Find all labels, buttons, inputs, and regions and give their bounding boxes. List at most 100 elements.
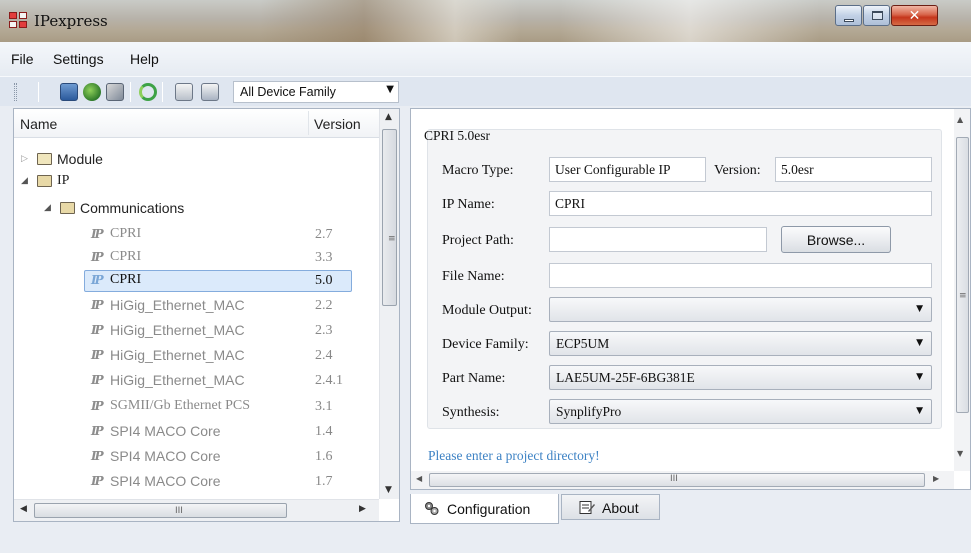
ip-core-icon: IP [91,474,104,488]
ipexpress-app-icon [9,12,29,30]
tab-about-label: About [602,500,639,516]
macro-type-label: Macro Type: [442,163,514,178]
ip-list-item[interactable]: IP CPRI 3.3 [14,247,379,268]
title-bar: IPexpress ✕ [0,0,971,42]
ip-list-item[interactable]: IP HiGig_Ethernet_MAC 2.3 [14,320,379,341]
ip-list-item[interactable]: IP HiGig_Ethernet_MAC 2.4 [14,345,379,366]
menu-settings[interactable]: Settings [53,51,104,67]
ip-core-icon: IP [91,298,104,312]
import-icon[interactable] [175,83,193,101]
chip-icon[interactable] [106,83,124,101]
ip-item-version: 2.4.1 [315,373,343,388]
ip-core-icon: IP [91,399,104,413]
close-icon: ✕ [908,7,921,24]
tree-horizontal-scrollbar[interactable]: ◀ III ▶ [14,499,379,521]
scrollbar-thumb[interactable]: III [34,503,287,518]
synthesis-label: Synthesis: [442,405,500,420]
ip-item-version: 1.6 [315,449,333,464]
ip-core-icon: IP [91,449,104,463]
collapse-arrow-icon[interactable]: ◢ [44,203,51,213]
toolbar-grip[interactable] [14,83,17,101]
browse-button-label: Browse... [806,232,866,248]
menu-file[interactable]: File [11,51,34,67]
globe-icon[interactable] [83,83,101,101]
chevron-down-icon: ▼ [916,406,923,416]
scrollbar-thumb[interactable]: ≡ [382,129,397,306]
ip-list-item-selected[interactable]: IP CPRI 5.0 [14,270,379,292]
scroll-right-arrow-icon[interactable]: ▶ [359,504,366,514]
ip-core-icon: IP [91,323,104,337]
ip-list-item[interactable]: IP SGMII/Gb Ethernet PCS 3.1 [14,396,379,417]
maximize-button[interactable] [863,5,890,26]
config-vertical-scrollbar[interactable]: ▲ ≡ ▼ [954,109,970,471]
ip-item-version: 2.2 [315,298,333,313]
scroll-left-arrow-icon[interactable]: ◀ [416,474,422,483]
module-output-select[interactable]: ▼ [549,297,932,322]
menu-help[interactable]: Help [130,51,159,67]
ip-list-item[interactable]: IP HiGig_Ethernet_MAC 2.4.1 [14,370,379,391]
ip-list-item[interactable]: IP HiGig_Ethernet_MAC 2.2 [14,295,379,316]
scroll-down-arrow-icon[interactable]: ▼ [385,485,392,495]
toolbar-separator [162,82,163,102]
collapse-arrow-icon[interactable]: ◢ [21,176,28,186]
ip-item-name: SGMII/Gb Ethernet PCS [110,398,250,413]
minimize-icon [844,19,854,22]
ip-item-name: HiGig_Ethernet_MAC [110,347,245,363]
version-field: 5.0esr [775,157,932,182]
expand-arrow-icon[interactable]: ▷ [21,154,28,164]
ip-list-item[interactable]: IP CPRI 2.7 [14,224,379,245]
device-family-label: Device Family: [442,337,529,352]
scroll-down-arrow-icon[interactable]: ▼ [957,449,963,458]
device-family-select[interactable]: ECP5UM ▼ [549,331,932,356]
refresh-icon[interactable] [139,83,157,101]
tree-node-communications[interactable]: ◢ Communications [14,198,379,219]
part-name-select[interactable]: LAE5UM-25F-6BG381E ▼ [549,365,932,390]
scrollbar-thumb[interactable]: III [429,473,925,487]
status-message: Please enter a project directory! [428,448,600,463]
ip-name-field[interactable]: CPRI [549,191,932,216]
grip-icon: ≡ [959,291,967,301]
column-header-name[interactable]: Name [20,116,57,132]
project-path-input[interactable] [549,227,767,252]
ip-list-item[interactable]: IP SPI4 MACO Core 1.4 [14,421,379,442]
scroll-left-arrow-icon[interactable]: ◀ [20,504,27,514]
ip-item-name: CPRI [110,226,142,241]
scroll-right-arrow-icon[interactable]: ▶ [933,474,939,483]
tab-configuration[interactable]: Configuration [410,494,559,524]
ip-list-item[interactable]: IP SPI4 MACO Core 1.6 [14,446,379,467]
part-name-value: LAE5UM-25F-6BG381E [556,370,695,385]
tree-node-ip[interactable]: ◢ IP [14,171,379,192]
file-name-input[interactable] [549,263,932,288]
synthesis-select[interactable]: SynplifyPro ▼ [549,399,932,424]
ip-name-label: IP Name: [442,197,495,212]
ip-list-item[interactable]: IP SPI4 MACO Core 1.7 [14,471,379,492]
scrollbar-thumb[interactable]: ≡ [956,137,969,413]
toolbar: All Device Family ▼ [0,76,971,106]
window-title: IPexpress [34,12,108,30]
tree-node-label: Module [57,151,103,167]
device-family-filter-select[interactable]: All Device Family ▼ [233,81,399,103]
column-header-version[interactable]: Version [314,116,361,132]
tree-node-label: IP [57,173,70,188]
toolbar-separator [38,82,39,102]
tab-about[interactable]: About [561,494,660,520]
close-button[interactable]: ✕ [891,5,938,26]
open-folder-icon [37,175,52,187]
gears-icon [424,501,439,516]
ip-item-version: 2.3 [315,323,333,338]
browse-button[interactable]: Browse... [781,226,891,253]
minimize-button[interactable] [835,5,862,26]
scroll-up-arrow-icon[interactable]: ▲ [385,112,392,122]
ip-core-icon: IP [91,250,104,264]
tree-vertical-scrollbar[interactable]: ▲ ≡ ▼ [379,109,399,499]
column-divider[interactable] [308,111,309,135]
chevron-down-icon: ▼ [916,304,923,314]
list-view-icon[interactable] [201,83,219,101]
part-name-label: Part Name: [442,371,506,386]
scroll-up-arrow-icon[interactable]: ▲ [957,115,963,124]
computer-icon[interactable] [60,83,78,101]
version-value: 5.0esr [781,162,814,177]
config-horizontal-scrollbar[interactable]: ◀ III ▶ [411,471,954,489]
device-family-filter-value: All Device Family [240,85,336,99]
tree-node-module[interactable]: ▷ Module [14,149,379,170]
